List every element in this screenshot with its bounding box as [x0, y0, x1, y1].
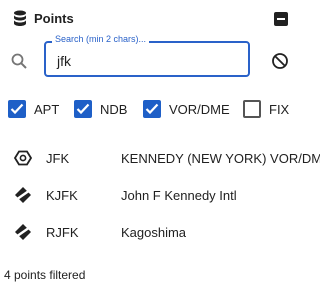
result-name: Kagoshima [121, 225, 187, 240]
result-name: KENNEDY (NEW YORK) VOR/DME [121, 151, 320, 166]
filter-label: APT [34, 102, 60, 117]
result-ident: RJFK [46, 225, 79, 240]
search-icon [11, 53, 27, 69]
filter-status: 4 points filtered [4, 268, 86, 282]
result-row[interactable]: RJFK Kagoshima [0, 212, 300, 252]
fix-checkbox[interactable] [243, 100, 261, 118]
vor-dme-icon [14, 150, 32, 166]
panel-header: Points [0, 0, 300, 38]
filter-label: VOR/DME [169, 102, 230, 117]
airport-icon [15, 224, 31, 240]
clear-search-icon[interactable] [271, 52, 289, 70]
search-label: Search (min 2 chars)... [52, 34, 150, 44]
vor-dme-checkbox[interactable] [143, 100, 161, 118]
filter-label: FIX [269, 102, 290, 117]
ndb-checkbox[interactable] [74, 100, 92, 118]
filter-label: NDB [100, 102, 128, 117]
result-name: John F Kennedy Intl [121, 188, 237, 203]
apt-checkbox[interactable] [8, 100, 26, 118]
search-input[interactable] [44, 41, 250, 77]
database-icon [14, 10, 26, 26]
result-row[interactable]: KJFK John F Kennedy Intl [0, 175, 300, 215]
result-ident: KJFK [46, 188, 78, 203]
airport-icon [15, 187, 31, 203]
result-row[interactable]: JFK KENNEDY (NEW YORK) VOR/DME [0, 138, 320, 178]
search-input-value[interactable]: jfk [57, 53, 71, 69]
collapse-button[interactable] [274, 12, 288, 26]
panel-title: Points [34, 11, 74, 26]
result-ident: JFK [46, 151, 70, 166]
